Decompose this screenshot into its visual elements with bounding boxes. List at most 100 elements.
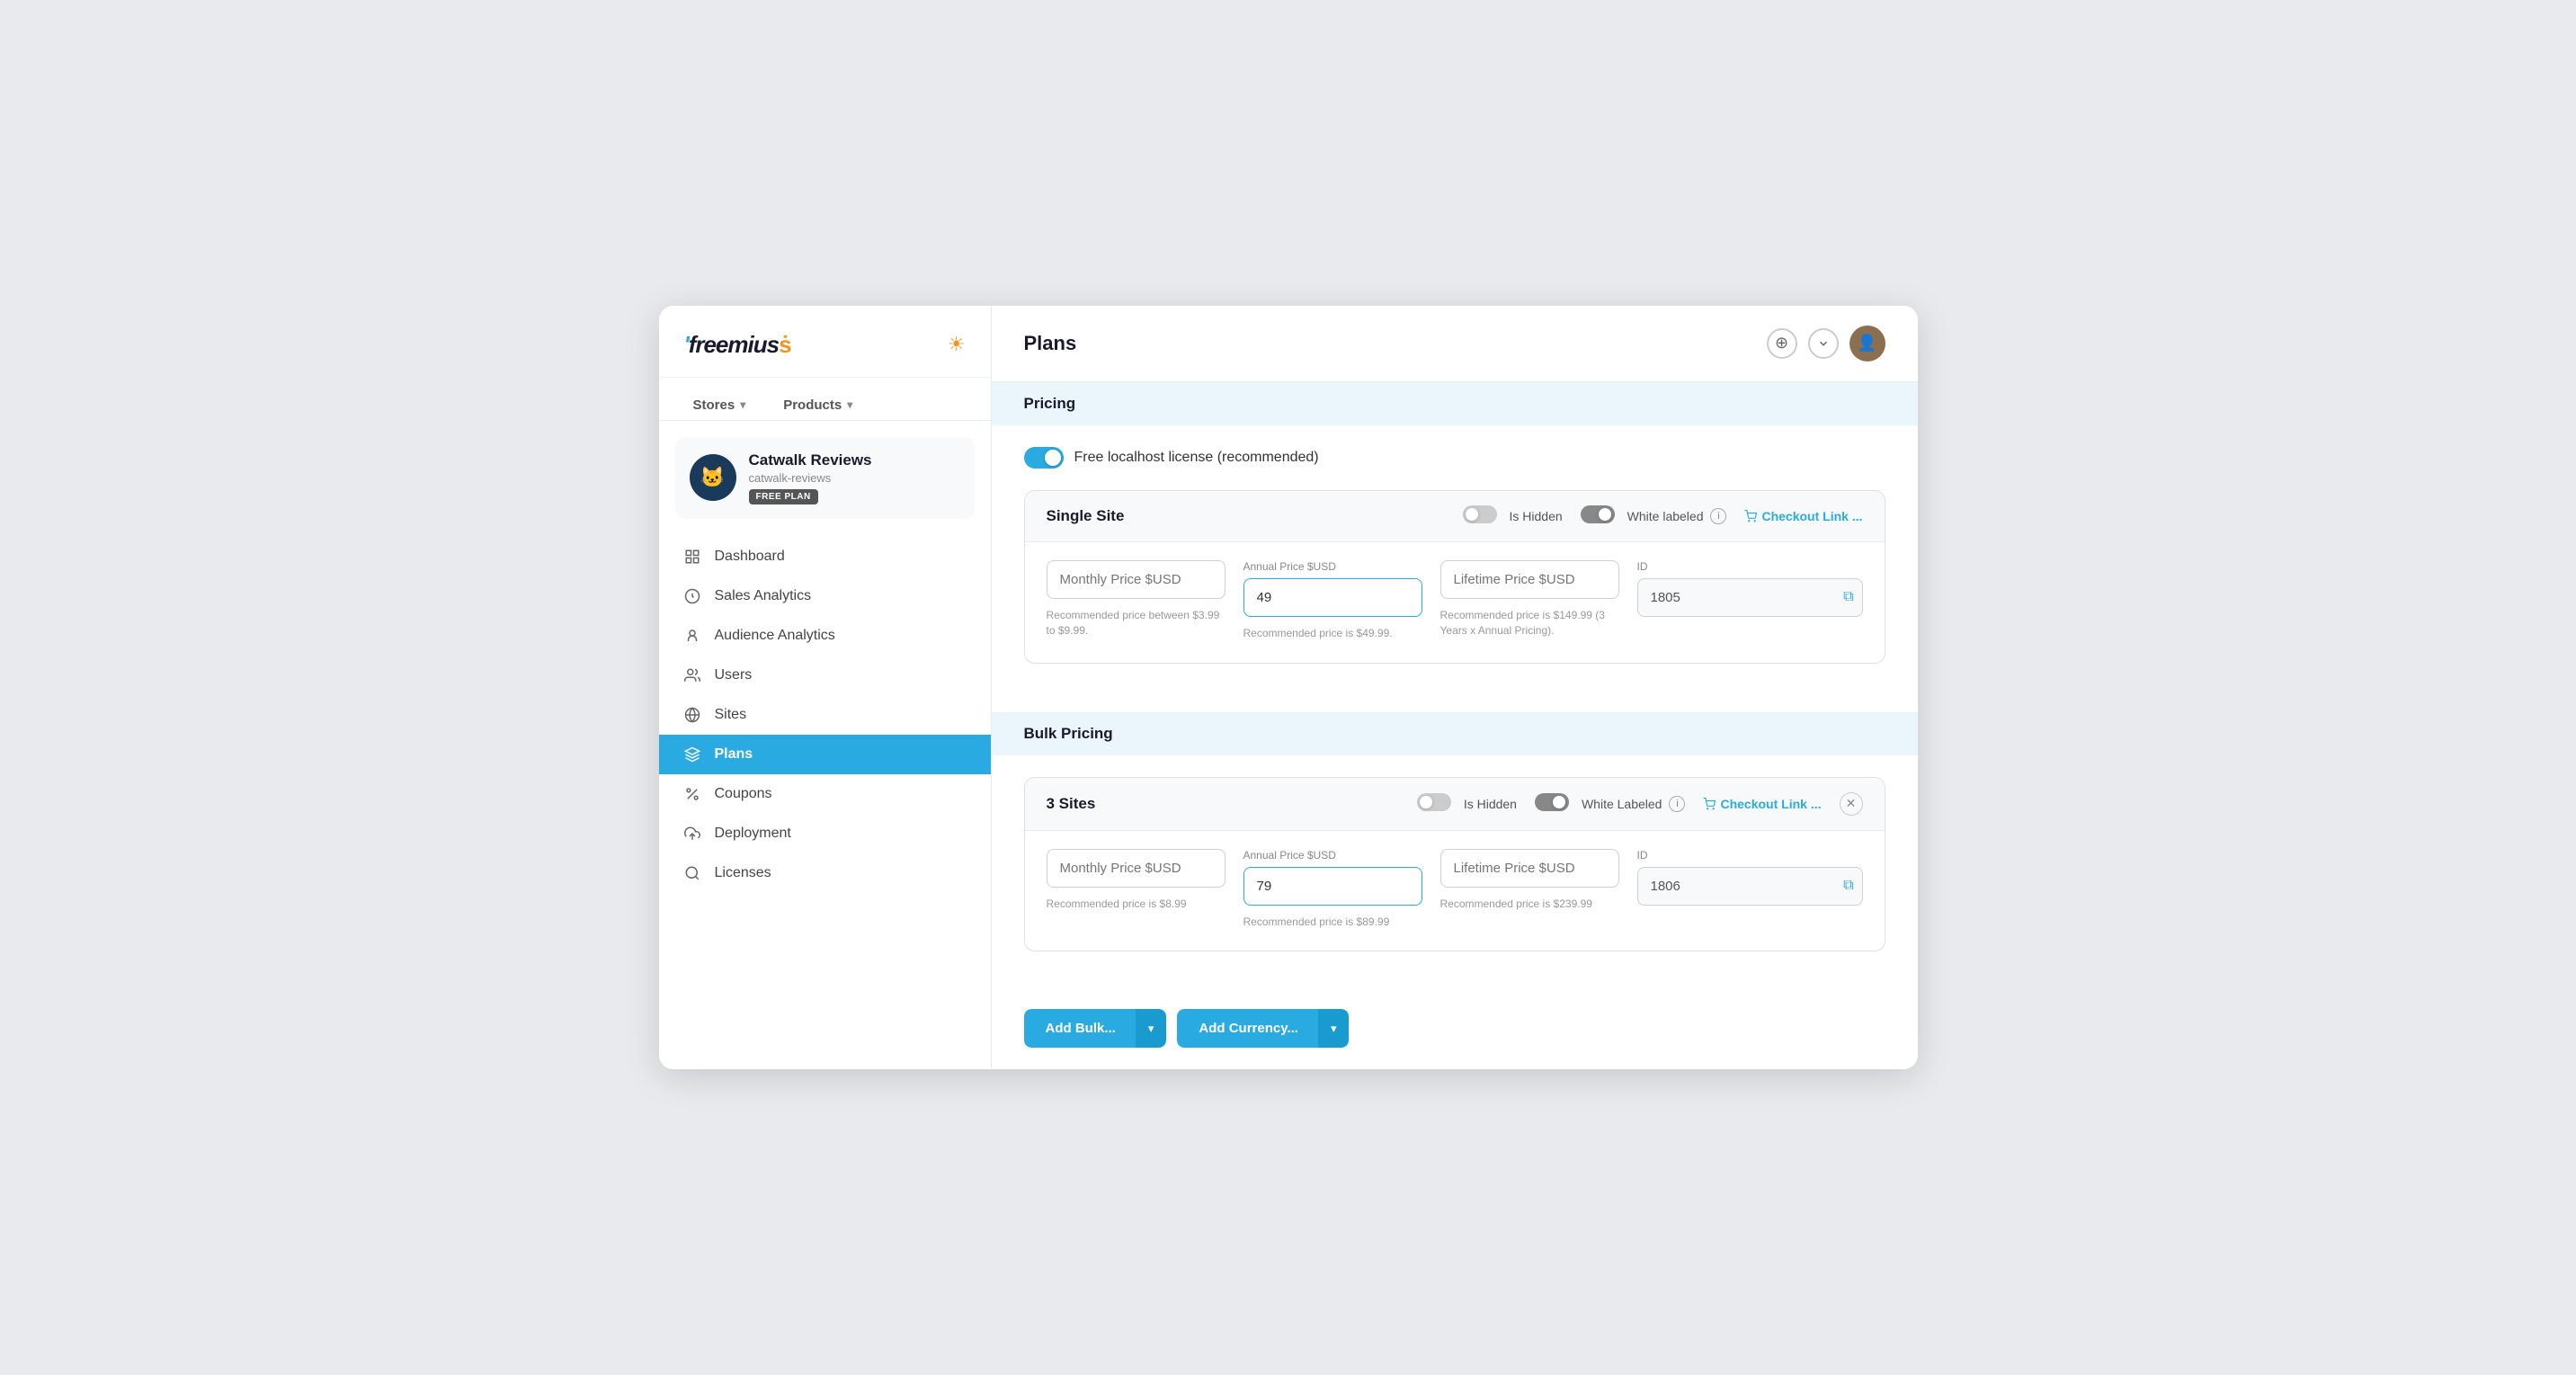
bulk-pricing-section-header: Bulk Pricing <box>992 712 1918 755</box>
bulk-monthly-price-hint: Recommended price is $8.99 <box>1047 897 1226 912</box>
monthly-price-input[interactable] <box>1047 560 1226 599</box>
sun-icon: ☀ <box>948 333 966 356</box>
users-icon <box>682 667 702 683</box>
bulk-checkout-link-label: Checkout Link ... <box>1720 797 1821 811</box>
lifetime-price-group: Recommended price is $149.99 (3 Years x … <box>1440 560 1619 638</box>
pricing-section-body: Free localhost license (recommended) Sin… <box>992 425 1918 712</box>
add-bulk-label: Add Bulk... <box>1046 1021 1116 1036</box>
products-tab-label: Products <box>783 397 842 413</box>
sidebar: 'freemiusṡ ☀ Stores ▾ Products ▾ 🐱 Catwa… <box>659 306 992 1070</box>
upload-icon <box>682 826 702 842</box>
top-actions: ⊕ 👤 <box>1767 326 1885 362</box>
logo: 'freemiusṡ <box>684 331 791 359</box>
bulk-copy-icon[interactable]: ⧉ <box>1843 878 1853 894</box>
bulk-fields-row: Recommended price is $8.99 Annual Price … <box>1047 849 1863 930</box>
pricing-section-header: Pricing <box>992 382 1918 425</box>
bulk-is-hidden-group: Is Hidden <box>1417 793 1517 815</box>
single-site-header: Single Site Is Hidden <box>1025 491 1885 542</box>
is-hidden-toggle[interactable] <box>1463 505 1502 527</box>
bulk-lifetime-price-hint: Recommended price is $239.99 <box>1440 897 1619 912</box>
chevron-down-button[interactable] <box>1808 328 1839 359</box>
product-info: Catwalk Reviews catwalk-reviews FREE PLA… <box>749 451 960 504</box>
sidebar-item-coupons[interactable]: Coupons <box>659 774 991 814</box>
free-localhost-row: Free localhost license (recommended) <box>1024 447 1885 469</box>
copy-icon[interactable]: ⧉ <box>1843 589 1853 605</box>
top-bar: Plans ⊕ 👤 <box>992 306 1918 382</box>
product-name: Catwalk Reviews <box>749 451 960 469</box>
white-labeled-toggle[interactable] <box>1581 505 1620 527</box>
add-button[interactable]: ⊕ <box>1767 328 1797 359</box>
bulk-monthly-price-group: Recommended price is $8.99 <box>1047 849 1226 912</box>
sidebar-navigation: Dashboard Sales Analytics Audience Analy… <box>659 528 991 1070</box>
annual-price-group: Annual Price $USD Recommended price is $… <box>1243 560 1422 641</box>
bulk-id-input[interactable] <box>1637 867 1863 906</box>
bulk-annual-price-input[interactable] <box>1243 867 1422 906</box>
id-label: ID <box>1637 560 1863 573</box>
monthly-price-hint: Recommended price between $3.99 to $9.99… <box>1047 608 1226 638</box>
free-localhost-toggle[interactable] <box>1024 447 1064 469</box>
add-currency-dropdown[interactable]: ▾ <box>1318 1009 1350 1048</box>
bulk-site-header: 3 Sites Is Hidden <box>1025 778 1885 831</box>
products-tab[interactable]: Products ▾ <box>767 390 869 420</box>
bulk-annual-price-group: Annual Price $USD Recommended price is $… <box>1243 849 1422 930</box>
products-chevron-icon: ▾ <box>847 398 852 411</box>
page-title: Plans <box>1024 332 1077 355</box>
add-bulk-dropdown[interactable]: ▾ <box>1136 1009 1167 1048</box>
bulk-white-labeled-toggle[interactable] <box>1535 793 1574 815</box>
sidebar-item-label: Users <box>715 667 753 683</box>
sidebar-item-label: Coupons <box>715 786 772 802</box>
checkout-link[interactable]: Checkout Link ... <box>1744 509 1862 523</box>
action-buttons: Add Bulk... ▾ Add Currency... ▾ <box>992 1000 1918 1069</box>
free-localhost-label: Free localhost license (recommended) <box>1074 450 1319 466</box>
add-bulk-button[interactable]: Add Bulk... <box>1024 1009 1137 1048</box>
bulk-white-labeled-group: White Labeled i <box>1535 793 1686 815</box>
add-currency-group: Add Currency... ▾ <box>1177 1009 1349 1048</box>
remove-bulk-button[interactable]: ✕ <box>1840 792 1863 816</box>
chart-line-icon <box>682 588 702 604</box>
nav-tabs: Stores ▾ Products ▾ <box>659 378 991 421</box>
product-emoji: 🐱 <box>700 466 725 489</box>
annual-price-hint: Recommended price is $49.99. <box>1243 626 1422 641</box>
monthly-price-group: Recommended price between $3.99 to $9.99… <box>1047 560 1226 638</box>
single-site-controls: Is Hidden White labeled i <box>1463 505 1863 527</box>
sidebar-item-label: Sales Analytics <box>715 588 812 604</box>
bulk-lifetime-price-input[interactable] <box>1440 849 1619 888</box>
grid-icon <box>682 549 702 565</box>
add-currency-button[interactable]: Add Currency... <box>1177 1009 1320 1048</box>
bulk-annual-price-hint: Recommended price is $89.99 <box>1243 915 1422 930</box>
sidebar-item-dashboard[interactable]: Dashboard <box>659 537 991 576</box>
bulk-is-hidden-toggle[interactable] <box>1417 793 1457 815</box>
id-group: ID ⧉ <box>1637 560 1863 617</box>
bulk-checkout-link[interactable]: Checkout Link ... <box>1703 797 1821 811</box>
user-avatar[interactable]: 👤 <box>1850 326 1885 362</box>
lifetime-price-input[interactable] <box>1440 560 1619 599</box>
sidebar-item-label: Deployment <box>715 826 791 842</box>
sidebar-item-label: Licenses <box>715 865 771 881</box>
sidebar-item-deployment[interactable]: Deployment <box>659 814 991 853</box>
sidebar-item-users[interactable]: Users <box>659 656 991 695</box>
bulk-white-labeled-info-icon[interactable]: i <box>1669 796 1685 812</box>
bulk-site-controls: Is Hidden White Labeled i <box>1417 792 1863 816</box>
sidebar-item-sites[interactable]: Sites <box>659 695 991 735</box>
sidebar-item-label: Audience Analytics <box>715 628 835 644</box>
sidebar-item-plans[interactable]: Plans <box>659 735 991 774</box>
id-input[interactable] <box>1637 578 1863 617</box>
app-window: 'freemiusṡ ☀ Stores ▾ Products ▾ 🐱 Catwa… <box>659 306 1918 1070</box>
product-slug: catwalk-reviews <box>749 471 960 485</box>
sidebar-item-licenses[interactable]: Licenses <box>659 853 991 893</box>
white-labeled-group: White labeled i <box>1581 505 1727 527</box>
sidebar-item-sales-analytics[interactable]: Sales Analytics <box>659 576 991 616</box>
search-icon <box>682 865 702 881</box>
annual-price-input[interactable] <box>1243 578 1422 617</box>
bulk-pricing-label: Bulk Pricing <box>1024 725 1113 742</box>
sidebar-item-audience-analytics[interactable]: Audience Analytics <box>659 616 991 656</box>
user-circle-icon <box>682 628 702 644</box>
content-area: Pricing Free localhost license (recommen… <box>992 382 1918 1070</box>
bulk-monthly-price-input[interactable] <box>1047 849 1226 888</box>
bulk-annual-price-label: Annual Price $USD <box>1243 849 1422 862</box>
bulk-site-plan-card: 3 Sites Is Hidden <box>1024 777 1885 952</box>
stores-tab[interactable]: Stores ▾ <box>677 390 762 420</box>
bulk-id-input-wrapper: ⧉ <box>1637 867 1863 906</box>
main-content: Plans ⊕ 👤 Pricing <box>992 306 1918 1070</box>
white-labeled-info-icon[interactable]: i <box>1710 508 1726 524</box>
